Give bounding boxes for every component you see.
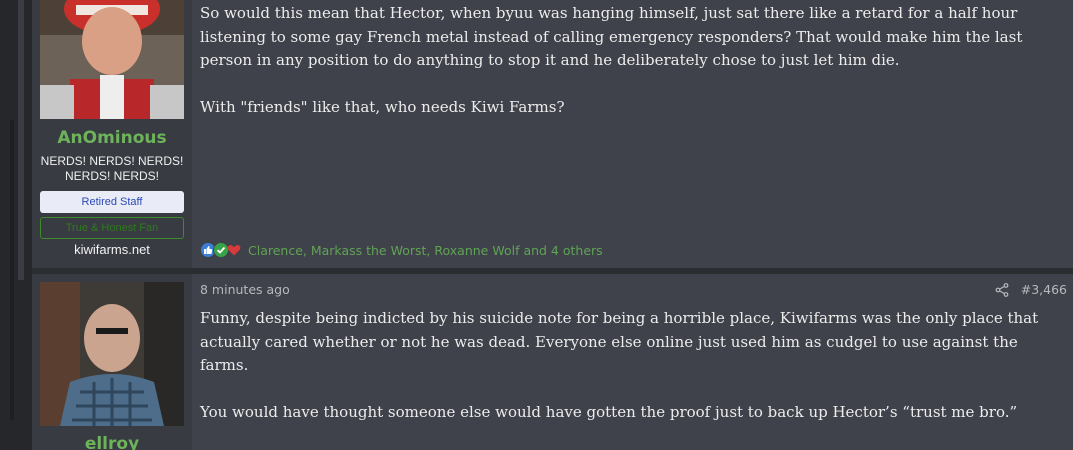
user-title-line: NERDS! NERDS! NERDS!: [40, 154, 184, 168]
heart-icon: [226, 242, 242, 258]
left-edge-shadow: [10, 120, 14, 420]
user-title: NERDS! NERDS! NERDS! NERDS! NERDS!: [32, 154, 192, 184]
reaction-users-link[interactable]: Clarence, Markass the Worst, Roxanne Wol…: [248, 243, 603, 258]
post-timestamp[interactable]: 8 minutes ago: [200, 282, 290, 297]
reactions-bar[interactable]: Clarence, Markass the Worst, Roxanne Wol…: [200, 240, 603, 260]
post-body: Funny, despite being indicted by his sui…: [200, 307, 1060, 448]
avatar-image: [40, 0, 184, 119]
post-user-column: ellroy: [32, 274, 192, 450]
avatar[interactable]: [40, 0, 184, 119]
username[interactable]: ellroy: [32, 434, 192, 450]
post-number-link[interactable]: #3,466: [1021, 282, 1067, 297]
avatar-image: [40, 282, 184, 426]
left-edge-bar: [18, 0, 24, 280]
post-paragraph: So would this mean that Hector, when byu…: [200, 4, 1023, 69]
share-icon[interactable]: [995, 282, 1009, 297]
page-left-edge: [0, 0, 32, 450]
user-site: kiwifarms.net: [74, 242, 150, 257]
post-paragraph: With "friends" like that, who needs Kiwi…: [200, 98, 565, 116]
user-banner-retired-staff: Retired Staff: [40, 191, 184, 213]
post: AnOminous NERDS! NERDS! NERDS! NERDS! NE…: [32, 0, 1073, 268]
post-paragraph: You would have thought someone else woul…: [200, 403, 1018, 421]
post: ellroy 8 minutes ago #3,466 Funny, despi…: [32, 274, 1073, 450]
avatar[interactable]: [40, 282, 184, 426]
post-user-column: AnOminous NERDS! NERDS! NERDS! NERDS! NE…: [32, 0, 192, 268]
username[interactable]: AnOminous: [32, 128, 192, 148]
user-title-line: NERDS! NERDS!: [64, 169, 159, 183]
post-body: So would this mean that Hector, when byu…: [200, 2, 1060, 143]
post-paragraph: Funny, despite being indicted by his sui…: [200, 309, 1039, 374]
user-banner-true-honest-fan: True & Honest Fan: [40, 217, 184, 239]
post-actions: #3,466: [995, 282, 1067, 297]
